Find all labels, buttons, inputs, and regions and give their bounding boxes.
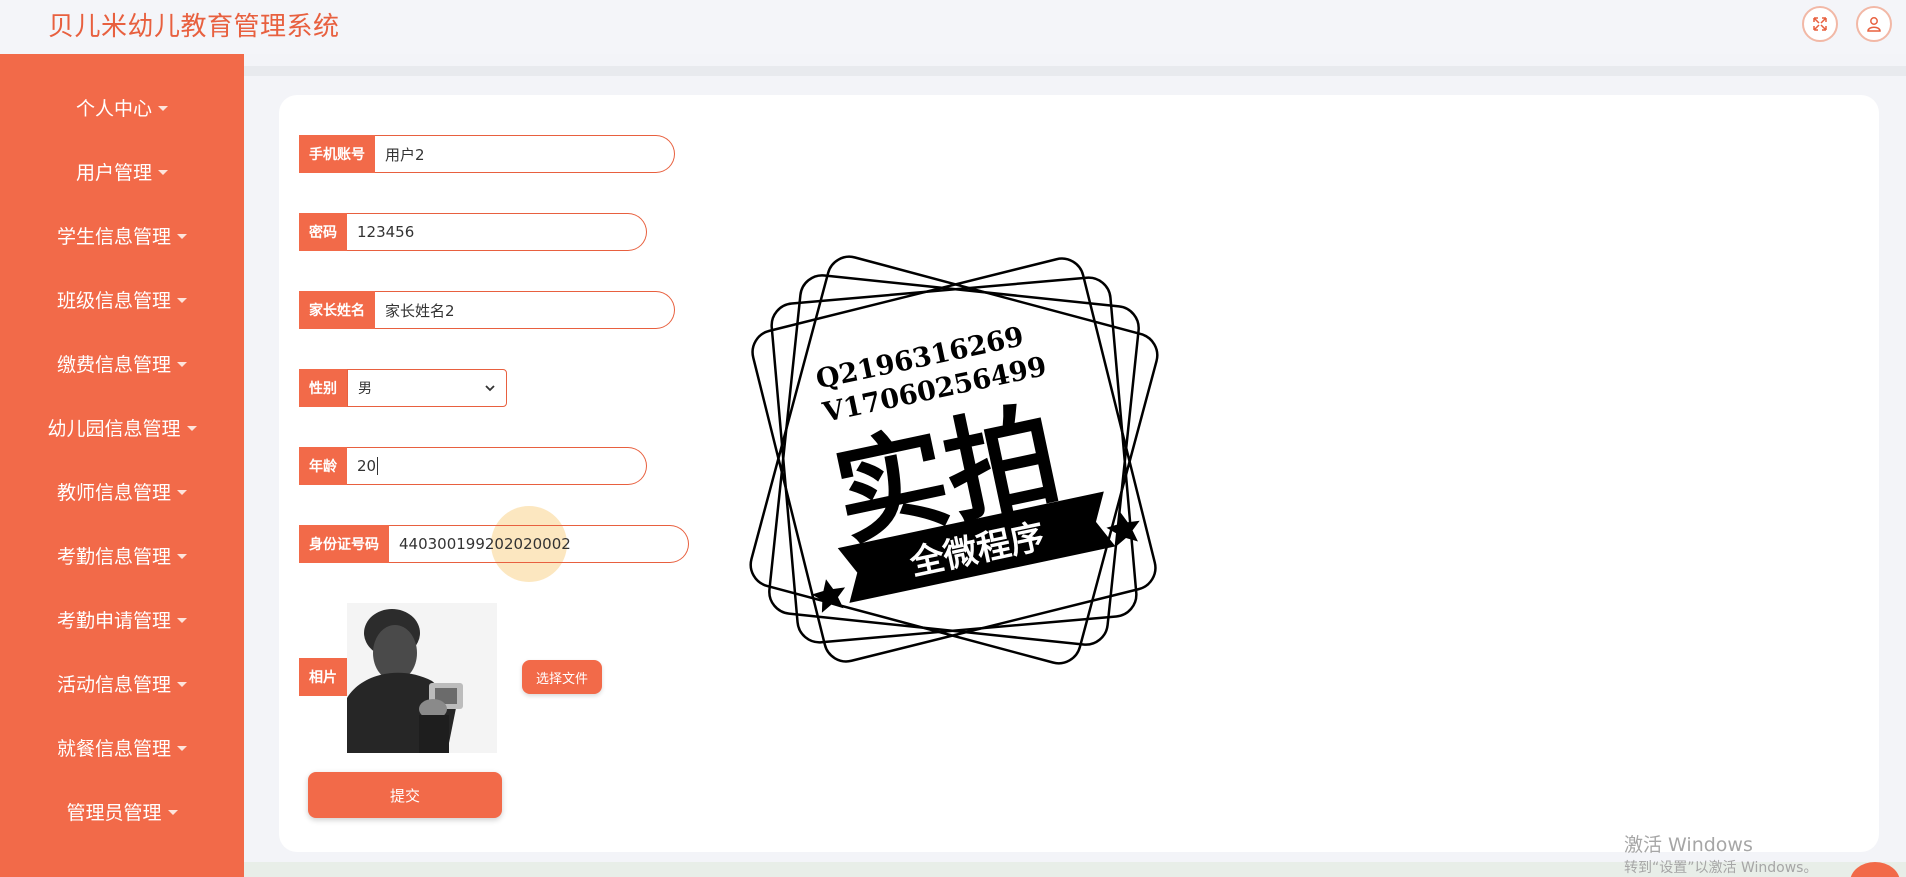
photo-preview xyxy=(347,603,497,753)
age-input[interactable]: 20 xyxy=(347,447,647,485)
fullscreen-button[interactable] xyxy=(1802,6,1838,42)
sidebar-item-dining-info[interactable]: 就餐信息管理 xyxy=(0,727,244,767)
age-input-value: 20 xyxy=(357,457,377,475)
sidebar-item-attendance-request[interactable]: 考勤申请管理 xyxy=(0,599,244,639)
user-icon xyxy=(1867,17,1881,32)
text-cursor xyxy=(377,457,379,475)
gender-label: 性别 xyxy=(299,369,347,407)
sidebar-item-admin-management[interactable]: 管理员管理 xyxy=(0,791,244,831)
sidebar-item-student-info[interactable]: 学生信息管理 xyxy=(0,215,244,255)
caret-down-icon xyxy=(177,489,187,495)
watermark-stamp: Q2196316269 V17060256499 实拍 全微程序 xyxy=(749,255,1159,665)
sidebar-item-label: 个人中心 xyxy=(75,97,152,120)
sidebar-item-label: 活动信息管理 xyxy=(56,673,171,696)
sidebar: 个人中心 用户管理 学生信息管理 班级信息管理 缴费信息管理 幼儿园信息管理 教… xyxy=(0,54,244,877)
caret-down-icon xyxy=(158,105,168,111)
sidebar-item-label: 考勤申请管理 xyxy=(56,609,171,632)
sidebar-item-payment-info[interactable]: 缴费信息管理 xyxy=(0,343,244,383)
submit-button[interactable]: 提交 xyxy=(308,772,502,818)
sidebar-item-attendance-info[interactable]: 考勤信息管理 xyxy=(0,535,244,575)
person-photo-image xyxy=(347,603,497,753)
photo-label: 相片 xyxy=(299,658,347,696)
header-divider xyxy=(244,66,1906,76)
sidebar-item-teacher-info[interactable]: 教师信息管理 xyxy=(0,471,244,511)
sidebar-item-label: 学生信息管理 xyxy=(56,225,171,248)
caret-down-icon xyxy=(177,745,187,751)
caret-down-icon xyxy=(177,361,187,367)
sidebar-item-label: 教师信息管理 xyxy=(56,481,171,504)
caret-down-icon xyxy=(167,809,178,815)
parent-name-input[interactable]: 家长姓名2 xyxy=(375,291,675,329)
top-bar: 贝儿米幼儿教育管理系统 xyxy=(0,0,1906,54)
sidebar-item-label: 用户管理 xyxy=(75,161,152,184)
sidebar-item-label: 班级信息管理 xyxy=(56,289,171,312)
sidebar-item-label: 缴费信息管理 xyxy=(56,353,171,376)
caret-down-icon xyxy=(186,425,197,431)
sidebar-item-label: 考勤信息管理 xyxy=(56,545,171,568)
gender-select[interactable]: 男 xyxy=(347,369,507,407)
expand-arrows-icon xyxy=(1813,17,1827,31)
windows-activation-hint: 转到“设置”以激活 Windows。 xyxy=(1624,860,1818,876)
caret-down-icon xyxy=(177,617,187,623)
caret-down-icon xyxy=(177,681,187,687)
app-title: 贝儿米幼儿教育管理系统 xyxy=(48,12,340,42)
id-card-label: 身份证号码 xyxy=(299,525,389,563)
sidebar-item-kindergarten-info[interactable]: 幼儿园信息管理 xyxy=(0,407,244,447)
sidebar-item-activity-info[interactable]: 活动信息管理 xyxy=(0,663,244,703)
phone-label: 手机账号 xyxy=(299,135,375,173)
sidebar-item-label: 幼儿园信息管理 xyxy=(47,417,181,440)
password-label: 密码 xyxy=(299,213,347,251)
caret-down-icon xyxy=(177,553,187,559)
caret-down-icon xyxy=(158,169,168,175)
chevron-down-icon xyxy=(485,385,495,392)
choose-file-button[interactable]: 选择文件 xyxy=(522,660,602,694)
parent-name-label: 家长姓名 xyxy=(299,291,375,329)
phone-input[interactable]: 用户2 xyxy=(375,135,675,173)
caret-down-icon xyxy=(177,297,187,303)
windows-activation-title: 激活 Windows xyxy=(1624,834,1753,856)
sidebar-item-class-info[interactable]: 班级信息管理 xyxy=(0,279,244,319)
id-card-input[interactable]: 440300199202020002 xyxy=(389,525,689,563)
sidebar-item-personal-center[interactable]: 个人中心 xyxy=(0,87,244,127)
sidebar-item-label: 管理员管理 xyxy=(66,801,162,824)
sidebar-item-label: 就餐信息管理 xyxy=(56,737,171,760)
password-input[interactable]: 123456 xyxy=(347,213,647,251)
caret-down-icon xyxy=(177,233,187,239)
age-label: 年龄 xyxy=(299,447,347,485)
gender-select-value: 男 xyxy=(358,381,372,397)
user-button[interactable] xyxy=(1856,6,1892,42)
sidebar-item-user-management[interactable]: 用户管理 xyxy=(0,151,244,191)
